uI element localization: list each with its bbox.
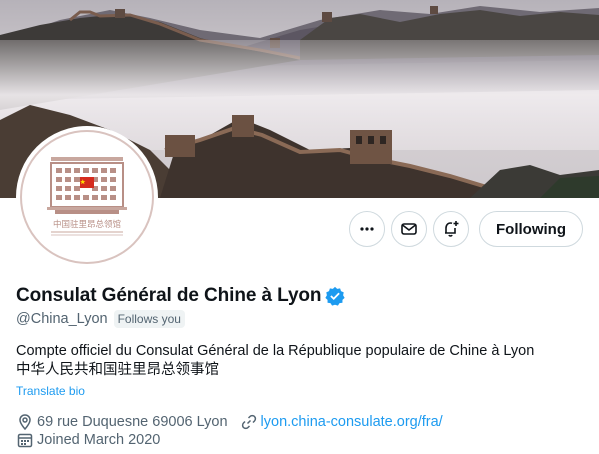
translate-bio-link[interactable]: Translate bio (16, 384, 85, 398)
avatar-caption: 中国驻里昂总领馆 (53, 219, 121, 230)
username-handle: @China_Lyon (16, 311, 108, 327)
display-name: Consulat Général de Chine à Lyon (16, 285, 322, 306)
calendar-icon (17, 433, 33, 448)
bio-line-french: Compte officiel du Consulat Général de l… (16, 343, 535, 359)
handle-row: @China_Lyon Follows you (16, 310, 185, 328)
profile-name-row: Consulat Général de Chine à Lyon (16, 285, 346, 307)
consulate-building-logo-icon: 中国驻里昂总领馆 (47, 157, 127, 236)
avatar-image: 中国驻里昂总领馆 (20, 130, 154, 264)
message-button[interactable] (391, 211, 428, 247)
profile-actions: Following (349, 211, 583, 247)
location-item: 69 rue Duquesne 69006 Lyon (16, 413, 228, 431)
notification-bell-plus-icon (445, 221, 459, 237)
message-icon (401, 223, 417, 235)
website-item[interactable]: lyon.china-consulate.org/fra/ (240, 413, 443, 431)
location-pin-icon (19, 414, 31, 431)
verified-badge-icon[interactable] (325, 286, 346, 306)
location-text: 69 rue Duquesne 69006 Lyon (37, 414, 228, 430)
notifications-button[interactable] (433, 211, 470, 247)
bio-line-chinese: 中华人民共和国驻里昂总领事馆 (16, 362, 219, 378)
website-link[interactable]: lyon.china-consulate.org/fra/ (261, 414, 443, 430)
more-button[interactable] (349, 211, 386, 247)
joined-item: Joined March 2020 (16, 431, 160, 449)
profile-bio: Compte officiel du Consulat Général de l… (16, 342, 586, 380)
link-icon (241, 414, 256, 430)
follows-you-badge: Follows you (113, 310, 185, 328)
following-button[interactable]: Following (479, 211, 583, 247)
profile-meta: 69 rue Duquesne 69006 Lyon lyon.china-co… (16, 413, 443, 431)
more-icon (360, 227, 374, 231)
profile-avatar[interactable]: 中国驻里昂总领馆 (16, 126, 158, 268)
joined-date: Joined March 2020 (37, 432, 161, 448)
